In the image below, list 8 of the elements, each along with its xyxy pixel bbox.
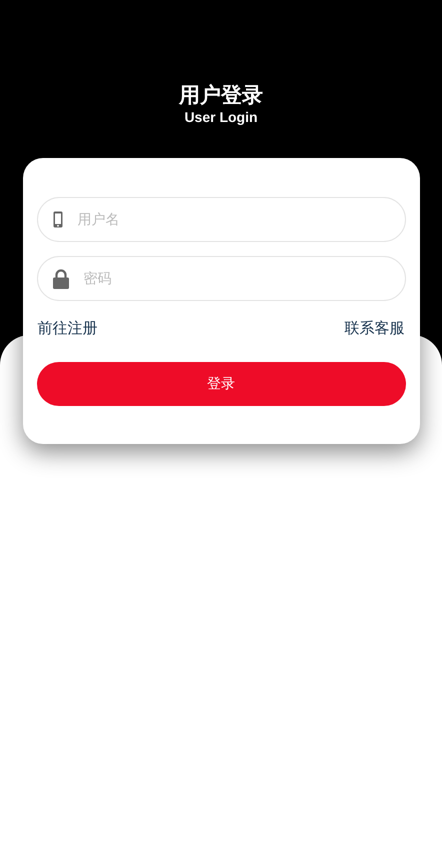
page-title: 用户登录 (179, 82, 263, 108)
lock-icon (52, 268, 68, 288)
input-field[interactable]: 密码 (36, 256, 406, 301)
text-link[interactable]: 联系客服 (344, 317, 404, 339)
login-button[interactable]: 登录 (36, 362, 406, 406)
input-field[interactable]: 用户名 (36, 197, 406, 242)
page-subtitle: User Login (184, 108, 258, 126)
text-link[interactable]: 前往注册 (38, 317, 98, 339)
